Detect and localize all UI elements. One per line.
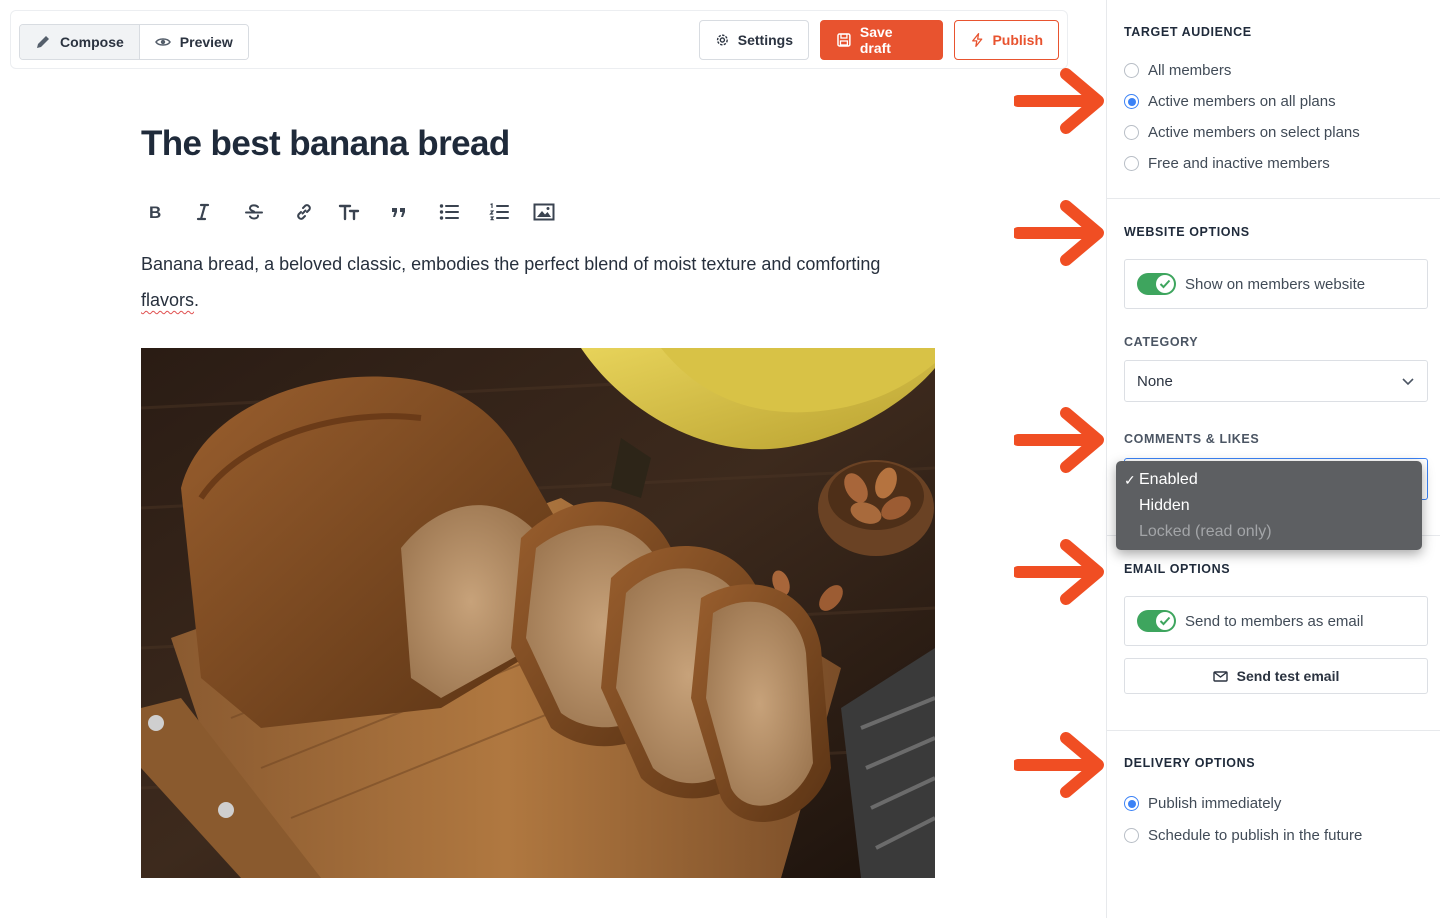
post-settings-sidebar: TARGET AUDIENCE All members Active membe…: [1106, 0, 1440, 918]
radio-button[interactable]: [1124, 125, 1139, 140]
category-title: CATEGORY: [1124, 335, 1199, 349]
section-divider: [1107, 198, 1440, 199]
publish-label: Publish: [992, 32, 1043, 48]
publish-button[interactable]: Publish: [954, 20, 1059, 60]
arrow-delivery-options: [1014, 732, 1104, 798]
audience-option-select-plans[interactable]: Active members on select plans: [1124, 124, 1360, 141]
audience-option-label: Active members on all plans: [1148, 93, 1336, 110]
bold-icon[interactable]: B: [141, 198, 169, 226]
radio-button[interactable]: [1124, 63, 1139, 78]
settings-label: Settings: [737, 32, 793, 48]
settings-button[interactable]: Settings: [699, 20, 809, 60]
menu-option-label: Hidden: [1139, 497, 1190, 514]
delivery-option-immediately[interactable]: Publish immediately: [1124, 795, 1281, 812]
checkmark-icon: ✓: [1124, 472, 1136, 488]
category-select[interactable]: None: [1124, 360, 1428, 402]
send-as-email-toggle[interactable]: [1137, 610, 1176, 632]
radio-button-selected[interactable]: [1124, 796, 1139, 811]
delivery-options-title: DELIVERY OPTIONS: [1124, 756, 1256, 770]
category-value: None: [1137, 372, 1173, 390]
link-icon[interactable]: [290, 198, 318, 226]
send-test-email-label: Send test email: [1236, 668, 1340, 684]
mode-switcher: Compose Preview: [19, 24, 249, 60]
compose-label: Compose: [60, 34, 124, 50]
delivery-option-label: Publish immediately: [1148, 795, 1282, 812]
body-end: .: [194, 290, 200, 310]
radio-button-selected[interactable]: [1124, 94, 1139, 109]
quote-icon[interactable]: [385, 198, 413, 226]
image-icon[interactable]: [530, 198, 558, 226]
misspelled-word: flavors: [141, 290, 195, 310]
save-draft-label: Save draft: [859, 24, 893, 56]
preview-tab[interactable]: Preview: [139, 25, 248, 59]
radio-button[interactable]: [1124, 828, 1139, 843]
eye-icon: [154, 38, 171, 46]
audience-option-label: Active members on select plans: [1148, 124, 1360, 141]
send-as-email-toggle-row[interactable]: Send to members as email: [1124, 596, 1428, 646]
delivery-option-schedule[interactable]: Schedule to publish in the future: [1124, 827, 1362, 844]
lightning-icon: [972, 33, 983, 47]
italic-icon[interactable]: [189, 198, 217, 226]
comments-likes-dropdown-menu: ✓ Enabled Hidden Locked (read only): [1116, 461, 1422, 550]
target-audience-title: TARGET AUDIENCE: [1124, 25, 1252, 39]
audience-option-active-all-plans[interactable]: Active members on all plans: [1124, 93, 1336, 110]
website-options-title: WEBSITE OPTIONS: [1124, 225, 1250, 239]
menu-option-enabled[interactable]: ✓ Enabled: [1116, 468, 1422, 494]
menu-option-label: Enabled: [1139, 471, 1198, 488]
svg-text:B: B: [149, 203, 161, 222]
menu-option-label: Locked (read only): [1139, 523, 1272, 540]
radio-button[interactable]: [1124, 156, 1139, 171]
envelope-icon: [1212, 670, 1228, 682]
bulleted-list-icon[interactable]: [435, 198, 463, 226]
audience-option-free-inactive[interactable]: Free and inactive members: [1124, 155, 1330, 172]
comments-likes-title: COMMENTS & LIKES: [1124, 432, 1260, 446]
delivery-option-label: Schedule to publish in the future: [1148, 827, 1363, 844]
body-text: Banana bread, a beloved classic, embodie…: [141, 254, 881, 274]
section-divider: [1107, 730, 1440, 731]
arrow-comments-likes: [1014, 407, 1104, 473]
editor-toolbar: Compose Preview Settings Save draft Publ…: [10, 10, 1068, 69]
audience-option-label: Free and inactive members: [1148, 155, 1330, 172]
menu-option-locked: Locked (read only): [1116, 520, 1422, 546]
banana-bread-photo[interactable]: [141, 348, 935, 878]
show-on-website-toggle[interactable]: [1137, 273, 1176, 295]
check-icon: [1159, 616, 1171, 626]
post-title[interactable]: The best banana bread: [141, 124, 510, 164]
strikethrough-icon[interactable]: [240, 198, 268, 226]
show-on-website-toggle-row[interactable]: Show on members website: [1124, 259, 1428, 309]
preview-label: Preview: [179, 34, 233, 50]
post-body[interactable]: Banana bread, a beloved classic, embodie…: [141, 246, 941, 318]
floppy-disk-icon: [837, 33, 851, 47]
arrow-target-audience: [1014, 68, 1104, 134]
gear-icon: [716, 34, 728, 46]
menu-option-hidden[interactable]: Hidden: [1116, 494, 1422, 520]
compose-tab[interactable]: Compose: [20, 25, 140, 59]
arrow-website-options: [1014, 200, 1104, 266]
save-draft-button[interactable]: Save draft: [820, 20, 943, 60]
email-options-title: EMAIL OPTIONS: [1124, 562, 1231, 576]
send-test-email-button[interactable]: Send test email: [1124, 658, 1428, 694]
pencil-icon: [37, 36, 49, 48]
check-icon: [1159, 279, 1171, 289]
show-on-website-label: Show on members website: [1185, 275, 1366, 293]
heading-icon[interactable]: [335, 198, 363, 226]
audience-option-label: All members: [1148, 62, 1232, 79]
arrow-email-options: [1014, 539, 1104, 605]
chevron-down-icon: [1402, 378, 1414, 386]
numbered-list-icon[interactable]: [485, 198, 513, 226]
audience-option-all[interactable]: All members: [1124, 62, 1231, 79]
send-as-email-label: Send to members as email: [1185, 612, 1364, 630]
